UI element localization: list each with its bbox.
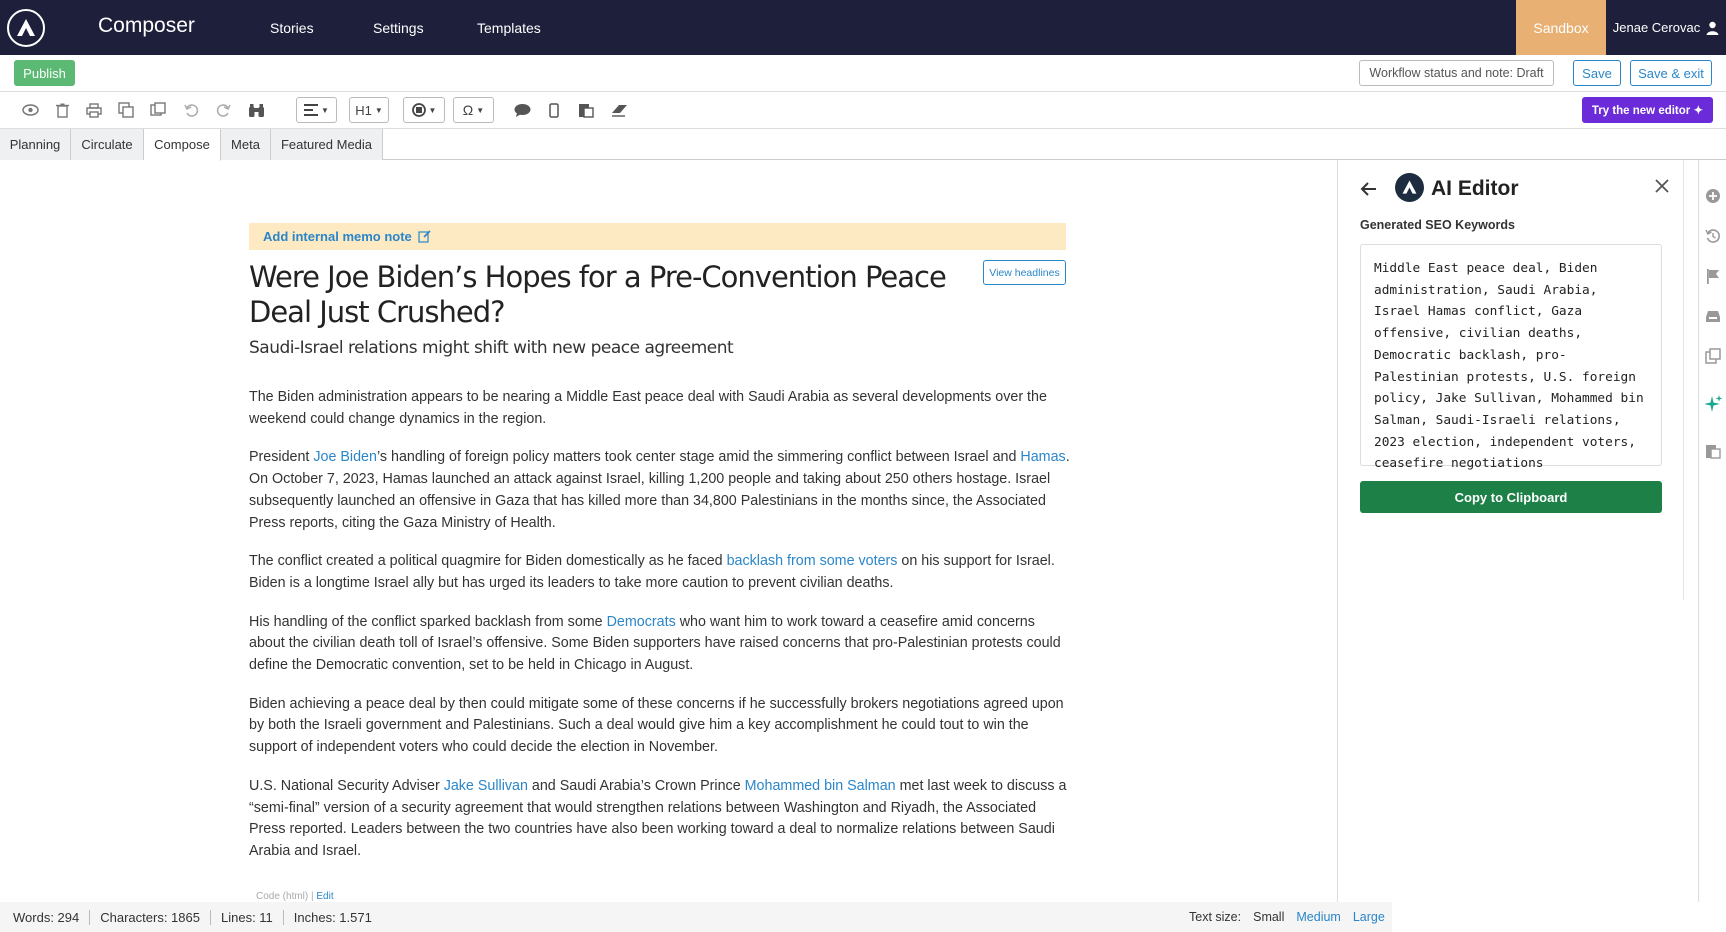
add-circle-icon[interactable] xyxy=(1705,188,1721,204)
inches-count: Inches: 1.571 xyxy=(293,909,372,925)
nav-settings[interactable]: Settings xyxy=(373,20,424,36)
tab-compose[interactable]: Compose xyxy=(144,129,221,161)
save-exit-button[interactable]: Save & exit xyxy=(1630,60,1712,86)
omega-icon: Ω xyxy=(462,102,474,118)
print-icon[interactable] xyxy=(85,101,103,119)
nav-templates[interactable]: Templates xyxy=(477,20,541,36)
caret-down-icon: ▼ xyxy=(321,105,329,115)
view-headlines-button[interactable]: View headlines xyxy=(983,260,1066,285)
save-button[interactable]: Save xyxy=(1573,60,1621,86)
editor-toolbar: ▼ H1 ▼ ▼ Ω ▼ Try the new editor ✦ xyxy=(0,92,1726,129)
top-navigation-bar: Composer Stories Settings Templates Sand… xyxy=(0,0,1726,55)
text-size-large[interactable]: Large xyxy=(1353,910,1385,924)
sparkle-icon: ✦ xyxy=(1693,105,1704,117)
tab-planning[interactable]: Planning xyxy=(0,129,71,160)
paste-icon[interactable] xyxy=(149,101,167,119)
duplicate-icon[interactable] xyxy=(1705,348,1721,364)
article-subtitle[interactable]: Saudi-Israel relations might shift with … xyxy=(249,338,734,358)
publish-button[interactable]: Publish xyxy=(14,60,75,86)
try-new-editor-label: Try the new editor xyxy=(1591,105,1691,117)
code-edit-link[interactable]: Edit xyxy=(316,891,333,902)
caret-down-icon: ▼ xyxy=(476,105,485,115)
inbox-icon[interactable] xyxy=(1705,308,1721,324)
embed-settings-icon xyxy=(411,103,426,117)
caret-down-icon: ▼ xyxy=(374,105,383,115)
link-hamas[interactable]: Hamas xyxy=(1020,449,1065,465)
close-icon[interactable] xyxy=(1654,178,1674,198)
panel-divider xyxy=(1683,160,1684,600)
link-democrats[interactable]: Democrats xyxy=(607,614,676,630)
paragraph: His handling of the conflict sparked bac… xyxy=(249,613,1061,674)
copy-icon[interactable] xyxy=(117,101,135,119)
action-bar: Publish Workflow status and note: Draft … xyxy=(0,55,1726,92)
ai-editor-panel: AI Editor Generated SEO Keywords Middle … xyxy=(1337,160,1698,902)
redo-icon[interactable] xyxy=(214,101,232,119)
article-headline[interactable]: Were Joe Biden’s Hopes for a Pre-Convent… xyxy=(249,260,949,330)
preview-icon[interactable] xyxy=(21,101,39,119)
undo-icon[interactable] xyxy=(182,101,200,119)
text-size-medium[interactable]: Medium xyxy=(1296,910,1340,924)
right-icon-rail xyxy=(1698,160,1726,902)
status-bar: Words: 294 Characters: 1865 Lines: 11 In… xyxy=(0,902,1392,932)
find-binoculars-icon[interactable] xyxy=(247,101,265,119)
heading-value: H1 xyxy=(355,102,372,118)
embed-dropdown[interactable]: ▼ xyxy=(403,97,445,123)
paragraph: The conflict created a political quagmir… xyxy=(249,553,1055,591)
text-size-small[interactable]: Small xyxy=(1253,910,1284,924)
paragraph: Biden achieving a peace deal by then cou… xyxy=(249,695,1064,756)
link-mohammed-bin-salman[interactable]: Mohammed bin Salman xyxy=(745,778,896,794)
back-arrow-icon[interactable] xyxy=(1360,180,1380,200)
tab-circulate[interactable]: Circulate xyxy=(71,129,144,160)
user-name: Jenae Cerovac xyxy=(1612,20,1701,35)
memo-note-label: Add internal memo note xyxy=(263,229,412,244)
paragraph: President Joe Biden’s handling of foreig… xyxy=(249,449,1070,531)
link-jake-sullivan[interactable]: Jake Sullivan xyxy=(444,778,528,794)
eraser-icon[interactable] xyxy=(610,101,628,119)
workflow-status-button[interactable]: Workflow status and note: Draft xyxy=(1359,60,1554,86)
heading-dropdown[interactable]: H1 ▼ xyxy=(349,97,389,123)
paragraph: The Biden administration appears to be n… xyxy=(249,389,1047,427)
editor-tabs: Planning Circulate Compose Meta Featured… xyxy=(0,129,1726,161)
app-logo-icon[interactable] xyxy=(7,9,45,47)
paragraph: U.S. National Security Adviser Jake Sull… xyxy=(249,777,1067,859)
history-icon[interactable] xyxy=(1705,228,1721,244)
try-new-editor-button[interactable]: Try the new editor ✦ xyxy=(1582,97,1713,123)
link-backlash[interactable]: backlash from some voters xyxy=(727,553,898,569)
character-count: Characters: 1865 xyxy=(90,909,211,925)
align-dropdown[interactable]: ▼ xyxy=(296,97,337,123)
seo-keywords-output[interactable]: Middle East peace deal, Biden administra… xyxy=(1360,244,1662,471)
tab-meta[interactable]: Meta xyxy=(221,129,271,160)
comment-icon[interactable] xyxy=(513,101,531,119)
sandbox-badge[interactable]: Sandbox xyxy=(1516,0,1606,55)
editor-canvas[interactable]: Add internal memo note Were Joe Biden’s … xyxy=(0,160,1337,902)
special-character-dropdown[interactable]: Ω ▼ xyxy=(453,97,494,123)
seo-keywords-label: Generated SEO Keywords xyxy=(1360,218,1515,232)
caret-down-icon: ▼ xyxy=(428,105,437,115)
ai-editor-title: AI Editor xyxy=(1431,177,1519,200)
clipboard-icon[interactable] xyxy=(1705,443,1721,459)
line-count: Lines: 11 xyxy=(211,909,284,925)
nav-stories[interactable]: Stories xyxy=(270,20,314,36)
word-count: Words: 294 xyxy=(0,909,91,925)
user-icon xyxy=(1706,21,1719,35)
flag-icon[interactable] xyxy=(1705,268,1721,284)
article-body[interactable]: The Biden administration appears to be n… xyxy=(249,387,1071,880)
edit-icon xyxy=(418,230,431,243)
code-html-label: Code (html) | Edit xyxy=(256,891,334,902)
ai-sparkle-icon[interactable] xyxy=(1704,395,1723,412)
ai-logo-icon xyxy=(1395,173,1424,202)
app-title: Composer xyxy=(98,14,195,37)
user-menu[interactable]: Jenae Cerovac xyxy=(1606,0,1726,55)
tab-featured-media[interactable]: Featured Media xyxy=(271,129,383,160)
memo-note-bar[interactable]: Add internal memo note xyxy=(249,223,1066,250)
text-size-label: Text size: xyxy=(1189,910,1242,924)
clipboard-paste-icon[interactable] xyxy=(577,101,595,119)
link-joe-biden[interactable]: Joe Biden xyxy=(313,449,377,465)
mobile-preview-icon[interactable] xyxy=(545,101,563,119)
align-left-icon xyxy=(304,104,319,116)
trash-icon[interactable] xyxy=(53,101,71,119)
text-size-selector: Text size: Small Medium Large xyxy=(1189,902,1385,932)
copy-to-clipboard-button[interactable]: Copy to Clipboard xyxy=(1360,481,1662,513)
